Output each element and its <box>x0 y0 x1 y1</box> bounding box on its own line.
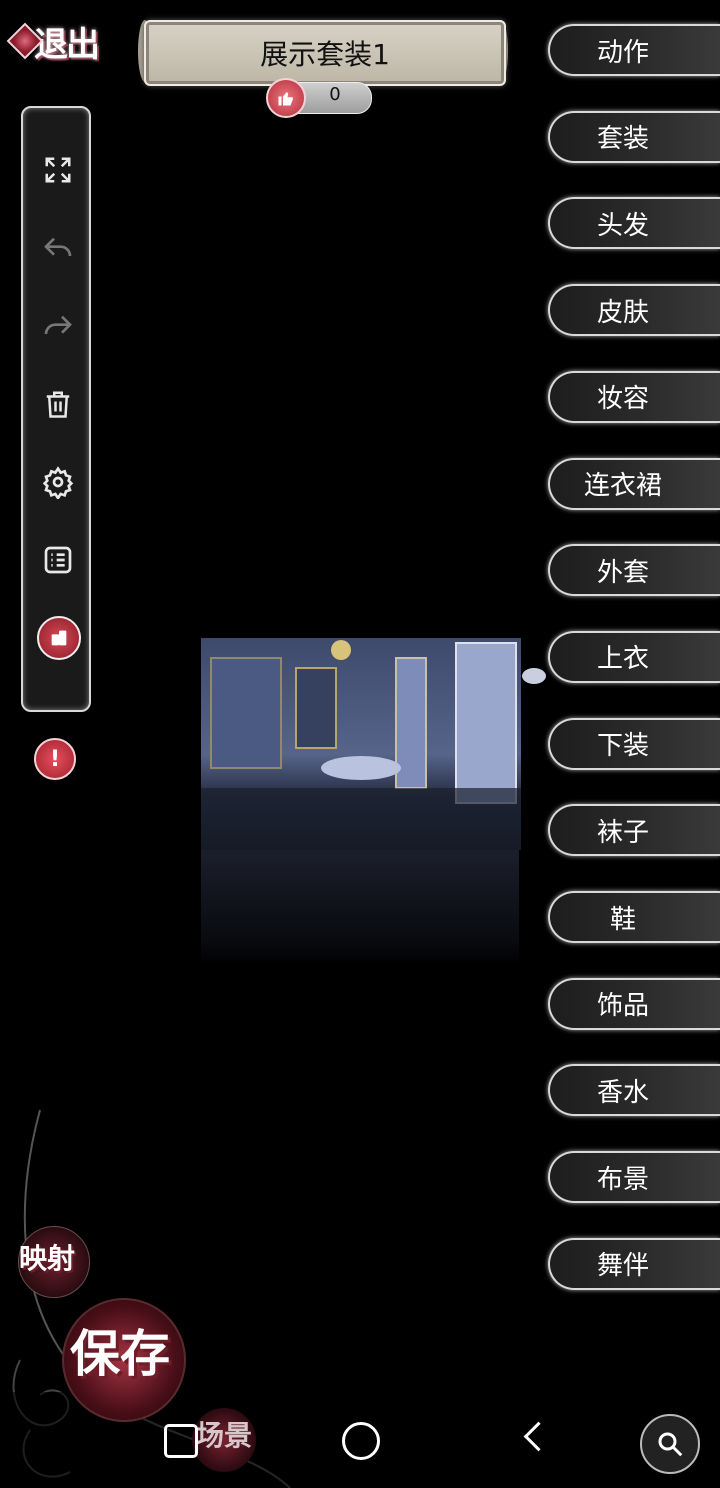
expand-icon[interactable] <box>42 154 74 186</box>
category-skin-button[interactable]: 皮肤 <box>548 284 720 337</box>
search-icon <box>658 1432 683 1457</box>
scene-preview <box>201 638 521 850</box>
category-scenery-button[interactable]: 布景 <box>548 1151 720 1204</box>
scene-reflection <box>201 850 519 966</box>
search-button[interactable] <box>640 1414 700 1474</box>
category-label: 袜子 <box>596 817 649 848</box>
category-socks-button[interactable]: 袜子 <box>548 804 720 857</box>
category-label: 连衣裙 <box>583 471 662 501</box>
save-button[interactable]: 保存 <box>62 1298 186 1422</box>
category-label: 香水 <box>596 1077 649 1108</box>
category-label: 上衣 <box>596 644 649 675</box>
category-action-button[interactable]: 动作 <box>548 24 720 76</box>
category-shoes-button[interactable]: 鞋 <box>548 891 720 943</box>
left-toolbar <box>21 106 91 712</box>
map-label: 映射 <box>19 1242 76 1275</box>
category-label: 动作 <box>596 37 649 68</box>
switch-icon[interactable] <box>37 616 81 660</box>
category-dress-button[interactable]: 连衣裙 <box>548 457 720 510</box>
category-label: 套装 <box>596 124 649 155</box>
category-perfume-button[interactable]: 香水 <box>548 1064 720 1117</box>
undo-icon[interactable] <box>42 232 74 264</box>
category-accessory-button[interactable]: 饰品 <box>548 977 720 1030</box>
exit-button[interactable]: 退出 <box>6 12 118 70</box>
cursor-cloud-icon <box>522 668 546 684</box>
save-label: 保存 <box>70 1324 170 1383</box>
category-label: 鞋 <box>609 904 636 935</box>
recent-apps-icon[interactable] <box>164 1424 198 1458</box>
category-label: 下装 <box>596 731 649 762</box>
scene-button[interactable]: 场景 <box>192 1408 256 1472</box>
thumbs-up-icon[interactable] <box>266 78 306 118</box>
category-label: 妆容 <box>596 384 649 415</box>
category-outfit-button[interactable]: 套装 <box>548 110 720 163</box>
category-bottom-button[interactable]: 下装 <box>548 717 720 770</box>
category-makeup-button[interactable]: 妆容 <box>548 370 720 423</box>
like-count: 0 <box>329 84 341 105</box>
redo-icon[interactable] <box>42 310 74 342</box>
list-icon[interactable] <box>42 544 74 576</box>
category-coat-button[interactable]: 外套 <box>548 544 720 597</box>
category-top-button[interactable]: 上衣 <box>548 630 720 683</box>
category-label: 饰品 <box>596 991 649 1022</box>
home-icon[interactable] <box>342 1422 380 1460</box>
category-label: 皮肤 <box>596 297 649 328</box>
scene-label: 场景 <box>196 1419 253 1452</box>
settings-icon[interactable] <box>42 466 74 499</box>
warning-icon[interactable]: ! <box>34 738 76 780</box>
outfit-title-banner: 展示套装1 <box>144 20 506 86</box>
category-label: 布景 <box>596 1164 649 1195</box>
outfit-title: 展示套装1 <box>260 38 390 71</box>
exit-label: 退出 <box>34 24 100 65</box>
trash-icon[interactable] <box>42 388 74 420</box>
category-partner-button[interactable]: 舞伴 <box>548 1237 720 1290</box>
category-label: 外套 <box>596 557 649 588</box>
category-label: 舞伴 <box>596 1251 649 1282</box>
map-button[interactable]: 映射 <box>18 1226 90 1298</box>
category-label: 头发 <box>596 210 649 241</box>
category-hair-button[interactable]: 头发 <box>548 197 720 250</box>
